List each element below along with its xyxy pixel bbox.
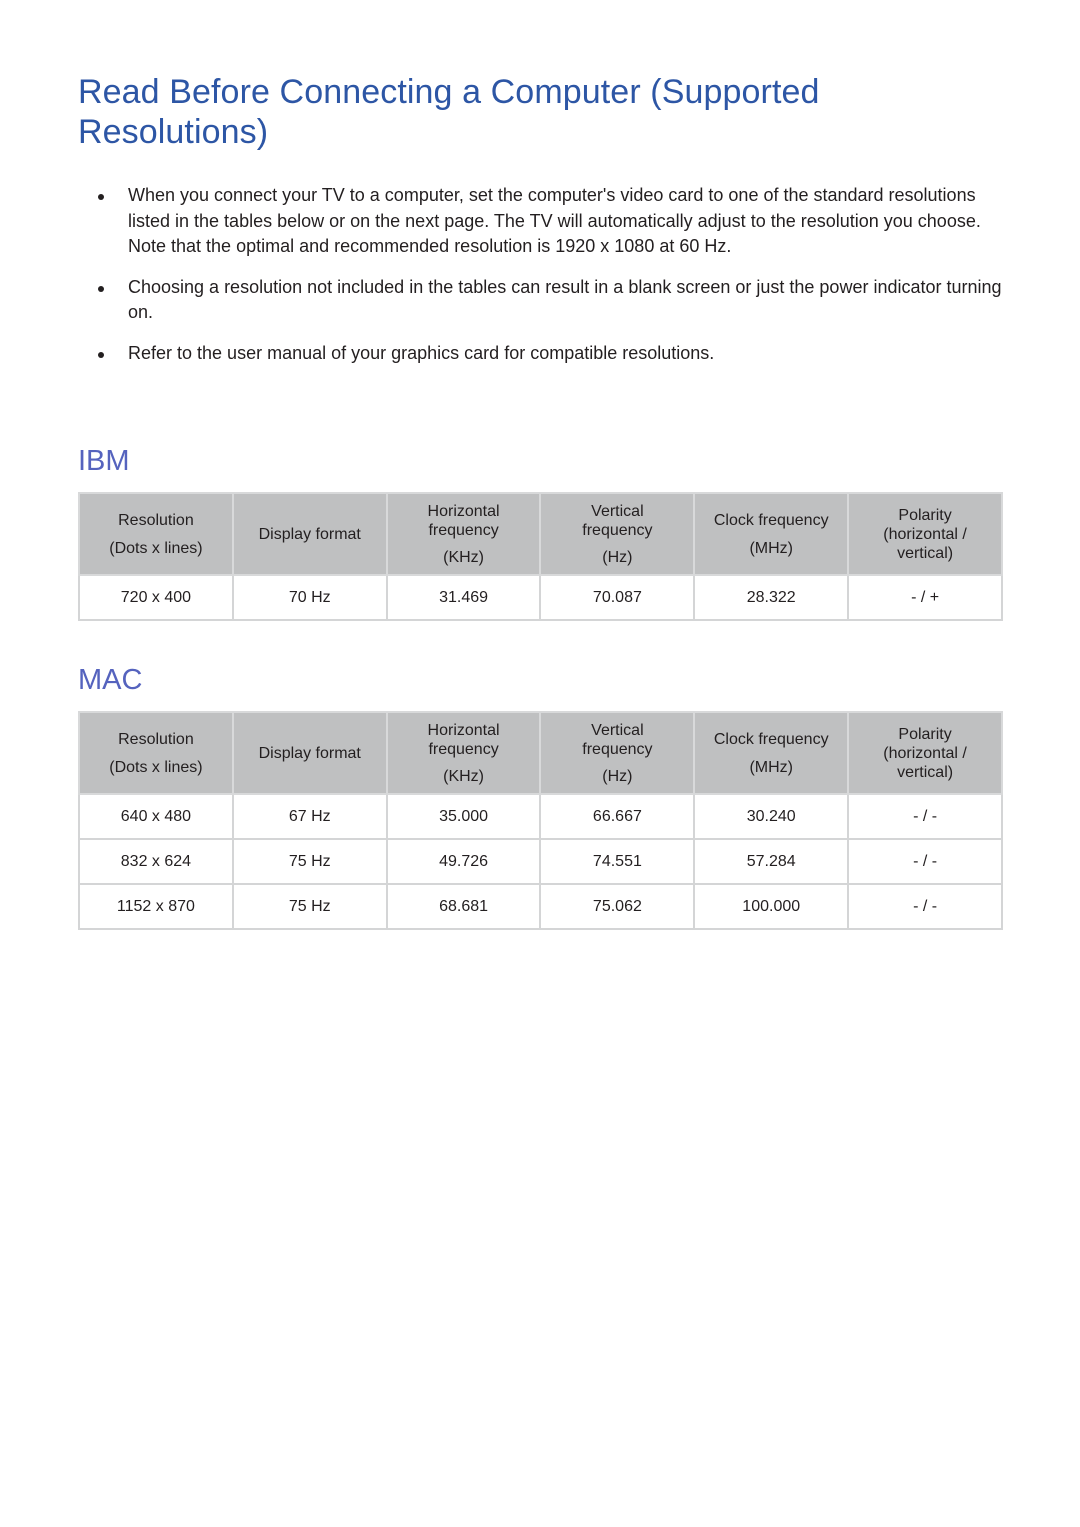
- header-text: Clock frequency: [713, 730, 829, 748]
- header-text: Polarity: [898, 506, 952, 524]
- header-text: (Dots x lines): [109, 539, 203, 557]
- table-row: 1152 x 870 75 Hz 68.681 75.062 100.000 -…: [78, 883, 1003, 930]
- header-unit: (KHz): [443, 767, 485, 785]
- ibm-heading: IBM: [78, 445, 130, 477]
- column-header-resolution: Resolution (Dots x lines): [78, 711, 234, 795]
- cell-resolution: 1152 x 870: [78, 883, 234, 930]
- cell-resolution: 640 x 480: [78, 793, 234, 840]
- column-header-polarity: Polarity (horizontal / vertical): [847, 711, 1003, 795]
- column-header-polarity: Polarity (horizontal / vertical): [847, 492, 1003, 576]
- header-text: Clock frequency: [713, 511, 829, 529]
- cell-horizontal-frequency: 35.000: [385, 793, 542, 840]
- cell-clock-frequency: 100.000: [693, 883, 850, 930]
- cell-resolution: 720 x 400: [78, 574, 234, 621]
- cell-polarity: - / -: [847, 793, 1003, 840]
- header-text: vertical): [897, 763, 954, 781]
- bullet-item: Choosing a resolution not included in th…: [96, 275, 1011, 326]
- column-header-display-format: Display format: [231, 492, 388, 576]
- bullet-list: When you connect your TV to a computer, …: [96, 183, 1011, 381]
- cell-horizontal-frequency: 49.726: [385, 838, 542, 885]
- column-header-clock-frequency: Clock frequency (MHz): [693, 492, 850, 576]
- header-text: (horizontal /: [883, 744, 967, 762]
- column-header-vertical-frequency: Vertical frequency (Hz): [539, 492, 696, 576]
- header-text: Display format: [258, 525, 361, 543]
- table-header-row: Resolution (Dots x lines) Display format…: [78, 492, 1003, 576]
- cell-clock-frequency: 30.240: [693, 793, 850, 840]
- bullet-text: Refer to the user manual of your graphic…: [128, 342, 715, 363]
- cell-vertical-frequency: 70.087: [539, 574, 696, 621]
- ibm-resolution-table: Resolution (Dots x lines) Display format…: [78, 492, 1003, 621]
- table-row: 832 x 624 75 Hz 49.726 74.551 57.284 - /…: [78, 838, 1003, 885]
- bullet-item: Refer to the user manual of your graphic…: [96, 341, 1011, 367]
- header-text: Resolution: [118, 511, 194, 529]
- header-text: Vertical: [591, 721, 644, 739]
- header-unit: (Hz): [602, 548, 633, 566]
- header-text: frequency: [582, 521, 653, 539]
- header-text: frequency: [428, 521, 499, 539]
- cell-display-format: 70 Hz: [231, 574, 388, 621]
- cell-polarity: - / -: [847, 883, 1003, 930]
- table-row: 720 x 400 70 Hz 31.469 70.087 28.322 - /…: [78, 574, 1003, 621]
- cell-horizontal-frequency: 31.469: [385, 574, 542, 621]
- cell-display-format: 67 Hz: [231, 793, 388, 840]
- header-text: Vertical: [591, 502, 644, 520]
- cell-clock-frequency: 28.322: [693, 574, 850, 621]
- cell-polarity: - / -: [847, 838, 1003, 885]
- bullet-icon: [98, 351, 104, 358]
- bullet-icon: [98, 194, 104, 200]
- column-header-clock-frequency: Clock frequency (MHz): [693, 711, 850, 795]
- header-text: Horizontal: [427, 721, 500, 739]
- cell-horizontal-frequency: 68.681: [385, 883, 542, 930]
- header-text: Polarity: [898, 725, 952, 743]
- column-header-horizontal-frequency: Horizontal frequency (KHz): [385, 711, 542, 795]
- header-text: vertical): [897, 544, 954, 562]
- page-title: Read Before Connecting a Computer (Suppo…: [78, 73, 820, 151]
- column-header-vertical-frequency: Vertical frequency (Hz): [539, 711, 696, 795]
- header-text: frequency: [582, 740, 653, 758]
- cell-polarity: - / +: [847, 574, 1003, 621]
- cell-resolution: 832 x 624: [78, 838, 234, 885]
- bullet-text: Choosing a resolution not included in th…: [128, 276, 1002, 323]
- cell-vertical-frequency: 66.667: [539, 793, 696, 840]
- column-header-resolution: Resolution (Dots x lines): [78, 492, 234, 576]
- header-unit: (MHz): [749, 758, 793, 776]
- cell-clock-frequency: 57.284: [693, 838, 850, 885]
- header-unit: (MHz): [749, 539, 793, 557]
- cell-vertical-frequency: 74.551: [539, 838, 696, 885]
- header-text: Horizontal: [427, 502, 500, 520]
- header-text: (horizontal /: [883, 525, 967, 543]
- header-text: Resolution: [118, 730, 194, 748]
- mac-heading: MAC: [78, 664, 143, 696]
- mac-resolution-table: Resolution (Dots x lines) Display format…: [78, 711, 1003, 930]
- bullet-text: When you connect your TV to a computer, …: [128, 185, 981, 256]
- header-text: frequency: [428, 740, 499, 758]
- table-row: 640 x 480 67 Hz 35.000 66.667 30.240 - /…: [78, 793, 1003, 840]
- cell-display-format: 75 Hz: [231, 883, 388, 930]
- cell-vertical-frequency: 75.062: [539, 883, 696, 930]
- bullet-icon: [98, 285, 104, 292]
- bullet-item: When you connect your TV to a computer, …: [96, 183, 1011, 260]
- column-header-display-format: Display format: [231, 711, 388, 795]
- cell-display-format: 75 Hz: [231, 838, 388, 885]
- header-text: (Dots x lines): [109, 758, 203, 776]
- column-header-horizontal-frequency: Horizontal frequency (KHz): [385, 492, 542, 576]
- header-unit: (KHz): [443, 548, 485, 566]
- header-text: Display format: [258, 744, 361, 762]
- table-header-row: Resolution (Dots x lines) Display format…: [78, 711, 1003, 795]
- header-unit: (Hz): [602, 767, 633, 785]
